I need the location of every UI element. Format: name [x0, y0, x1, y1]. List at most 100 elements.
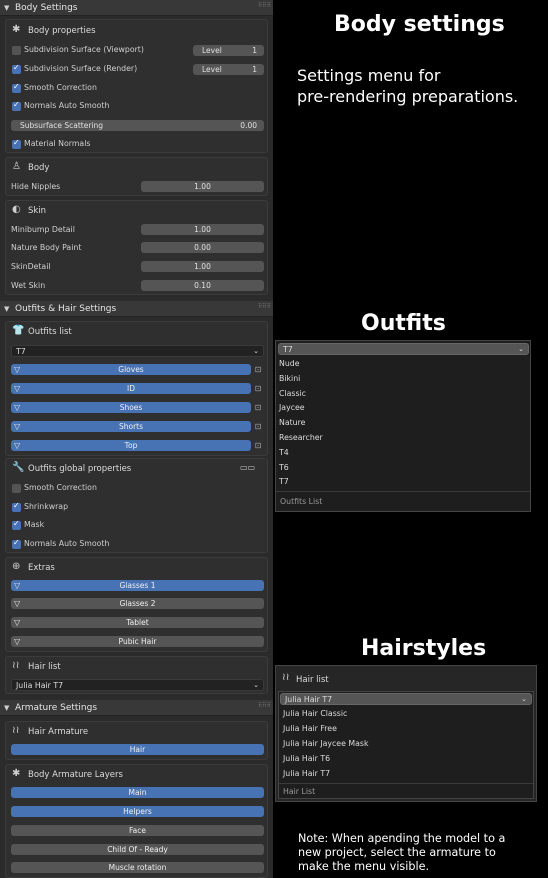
body-settings-heading: Body settings	[334, 12, 505, 37]
subdiv-viewport-checkbox[interactable]	[12, 46, 21, 55]
note-line2: new project, select the armature to	[298, 846, 496, 859]
properties-panel: ▼ Body Settings ⠿⠿⠿ ✱ Body properties Su…	[0, 0, 273, 878]
body-armature-layers-box: ✱ Body Armature Layers Main Helpers Face…	[5, 764, 268, 878]
extra-toggle-glasses-2[interactable]: ▽ Glasses 2	[11, 598, 264, 609]
hair-armature-box: ≀≀ Hair Armature Hair	[5, 721, 268, 760]
outfit-normals-auto-smooth-checkbox[interactable]	[12, 538, 21, 549]
hair-list-box: ≀≀ Hair list Julia Hair T7 ⌄	[5, 656, 268, 694]
layer-muscle-rotation-button[interactable]: Muscle rotation	[11, 862, 264, 873]
outfit-option[interactable]: Researcher	[279, 433, 323, 442]
monitor-icon[interactable]: ▭▭	[240, 463, 255, 472]
collapse-arrow-icon[interactable]: ▼	[4, 0, 9, 16]
outfit-toggle-top[interactable]: ▽ Top	[11, 440, 251, 451]
outfit-option[interactable]: T4	[279, 448, 289, 457]
body-settings-description-line1: Settings menu for	[297, 66, 441, 85]
material-normals-checkbox[interactable]	[12, 138, 21, 149]
outfit-smooth-correction-checkbox[interactable]	[12, 484, 21, 493]
hair-strands-icon: ≀≀	[12, 660, 20, 671]
wet-skin-field[interactable]: 0.10	[141, 280, 264, 291]
shading-sphere-icon: ◐	[12, 204, 21, 215]
hair-popup-field[interactable]: Julia Hair T7 ⌄	[280, 693, 532, 705]
hair-option[interactable]: Julia Hair T7	[283, 769, 330, 778]
outfit-toggle-gloves[interactable]: ▽ Gloves	[11, 364, 251, 375]
layer-main-button[interactable]: Main	[11, 787, 264, 798]
extra-toggle-tablet[interactable]: ▽ Tablet	[11, 617, 264, 628]
layer-child-of-ready-button[interactable]: Child Of - Ready	[11, 844, 264, 855]
hair-option[interactable]: Julia Hair Jaycee Mask	[283, 739, 368, 748]
smooth-correction-checkbox[interactable]	[12, 82, 21, 93]
lock-icon[interactable]: ⊡	[252, 364, 264, 375]
outfits-popup-field[interactable]: T7 ⌄	[278, 343, 529, 355]
hair-strands-icon: ≀≀	[282, 672, 290, 683]
drag-grip-icon[interactable]: ⠿⠿⠿	[258, 3, 271, 9]
subsurface-scattering-field[interactable]: Subsurface Scattering 0.00	[11, 120, 264, 131]
body-box: ♙ Body Hide Nipples 1.00	[5, 157, 268, 196]
hair-dropdown[interactable]: Julia Hair T7 ⌄	[11, 679, 264, 691]
outfit-option[interactable]: Classic	[279, 389, 306, 398]
layer-face-button[interactable]: Face	[11, 825, 264, 836]
collapse-arrow-icon[interactable]: ▼	[4, 700, 9, 716]
shrinkwrap-checkbox[interactable]	[12, 501, 21, 512]
body-settings-description-line2: pre-rendering preparations.	[297, 87, 519, 106]
subdiv-viewport-level-field[interactable]: Level 1	[193, 45, 264, 56]
triangle-icon: ▽	[14, 422, 21, 431]
mask-checkbox[interactable]	[12, 519, 21, 530]
hairstyles-heading: Hairstyles	[361, 636, 487, 661]
extra-toggle-glasses-1[interactable]: ▽ Glasses 1	[11, 580, 264, 591]
triangle-icon: ▽	[14, 403, 21, 412]
outfit-option[interactable]: Bikini	[279, 374, 300, 383]
outfit-option[interactable]: T7	[279, 477, 289, 486]
body-settings-header[interactable]: ▼ Body Settings ⠿⠿⠿	[0, 0, 273, 16]
drag-grip-icon[interactable]: ⠿⠿⠿	[258, 304, 271, 310]
outfit-option[interactable]: Nature	[279, 418, 305, 427]
normals-auto-smooth-checkbox[interactable]	[12, 100, 21, 111]
hair-option[interactable]: Julia Hair Classic	[283, 709, 347, 718]
outfits-list-box: 👕 Outfits list T7 ⌄ ▽ Gloves ⊡ ▽ ID ⊡ ▽ Sho…	[5, 321, 268, 456]
outfits-popup: T7 ⌄ Nude Bikini Classic Jaycee Nature R…	[275, 340, 531, 512]
body-properties-box: ✱ Body properties Subdivision Surface (V…	[5, 19, 268, 153]
armature-figure-icon: ✱	[12, 24, 21, 35]
subdiv-render-level-field[interactable]: Level 1	[193, 64, 264, 75]
lock-icon[interactable]: ⊡	[252, 421, 264, 432]
outfits-global-box: 🔧 Outfits global properties ▭▭ Smooth Co…	[5, 458, 268, 553]
chevron-down-icon: ⌄	[518, 345, 524, 353]
outfit-option[interactable]: Nude	[279, 359, 300, 368]
outfit-option[interactable]: Jaycee	[279, 403, 305, 412]
shirt-icon: 👕	[12, 325, 25, 336]
lock-icon[interactable]: ⊡	[252, 383, 264, 394]
skin-detail-field[interactable]: 1.00	[141, 261, 264, 272]
hide-nipples-field[interactable]: 1.00	[141, 181, 264, 192]
collapse-arrow-icon[interactable]: ▼	[4, 301, 9, 317]
outfit-toggle-id[interactable]: ▽ ID	[11, 383, 251, 394]
lock-icon[interactable]: ⊡	[252, 440, 264, 451]
hair-option[interactable]: Julia Hair Free	[283, 724, 337, 733]
extra-toggle-pubic-hair[interactable]: ▽ Pubic Hair	[11, 636, 264, 647]
divider	[276, 491, 530, 492]
outfits-dropdown[interactable]: T7 ⌄	[11, 345, 264, 357]
subdiv-render-checkbox[interactable]	[12, 63, 21, 74]
skin-box: ◐ Skin Minibump Detail 1.00 Nature Body …	[5, 200, 268, 295]
hair-option[interactable]: Julia Hair T6	[283, 754, 330, 763]
triangle-icon: ▽	[14, 441, 21, 450]
chevron-down-icon: ⌄	[253, 681, 259, 689]
user-icon: ♙	[12, 161, 21, 172]
hair-popup-menu: Julia Hair T7 ⌄ Julia Hair Classic Julia…	[278, 691, 534, 799]
outfit-toggle-shoes[interactable]: ▽ Shoes	[11, 402, 251, 413]
triangle-icon: ▽	[14, 384, 21, 393]
plus-circle-icon: ⊕	[12, 561, 21, 572]
nature-body-paint-field[interactable]: 0.00	[141, 242, 264, 253]
armature-settings-header[interactable]: ▼ Armature Settings ⠿⠿⠿	[0, 700, 273, 716]
outfit-option[interactable]: T6	[279, 463, 289, 472]
hair-strands-icon: ≀≀	[12, 725, 20, 736]
outfits-hair-settings-header[interactable]: ▼ Outfits & Hair Settings ⠿⠿⠿	[0, 301, 273, 317]
outfit-toggle-shorts[interactable]: ▽ Shorts	[11, 421, 251, 432]
outfits-heading: Outfits	[361, 311, 446, 336]
triangle-icon: ▽	[14, 618, 21, 627]
drag-grip-icon[interactable]: ⠿⠿⠿	[258, 703, 271, 709]
minibump-detail-field[interactable]: 1.00	[141, 224, 264, 235]
layer-helpers-button[interactable]: Helpers	[11, 806, 264, 817]
triangle-icon: ▽	[14, 637, 21, 646]
lock-icon[interactable]: ⊡	[252, 402, 264, 413]
triangle-icon: ▽	[14, 599, 21, 608]
hair-armature-button[interactable]: Hair	[11, 744, 264, 755]
